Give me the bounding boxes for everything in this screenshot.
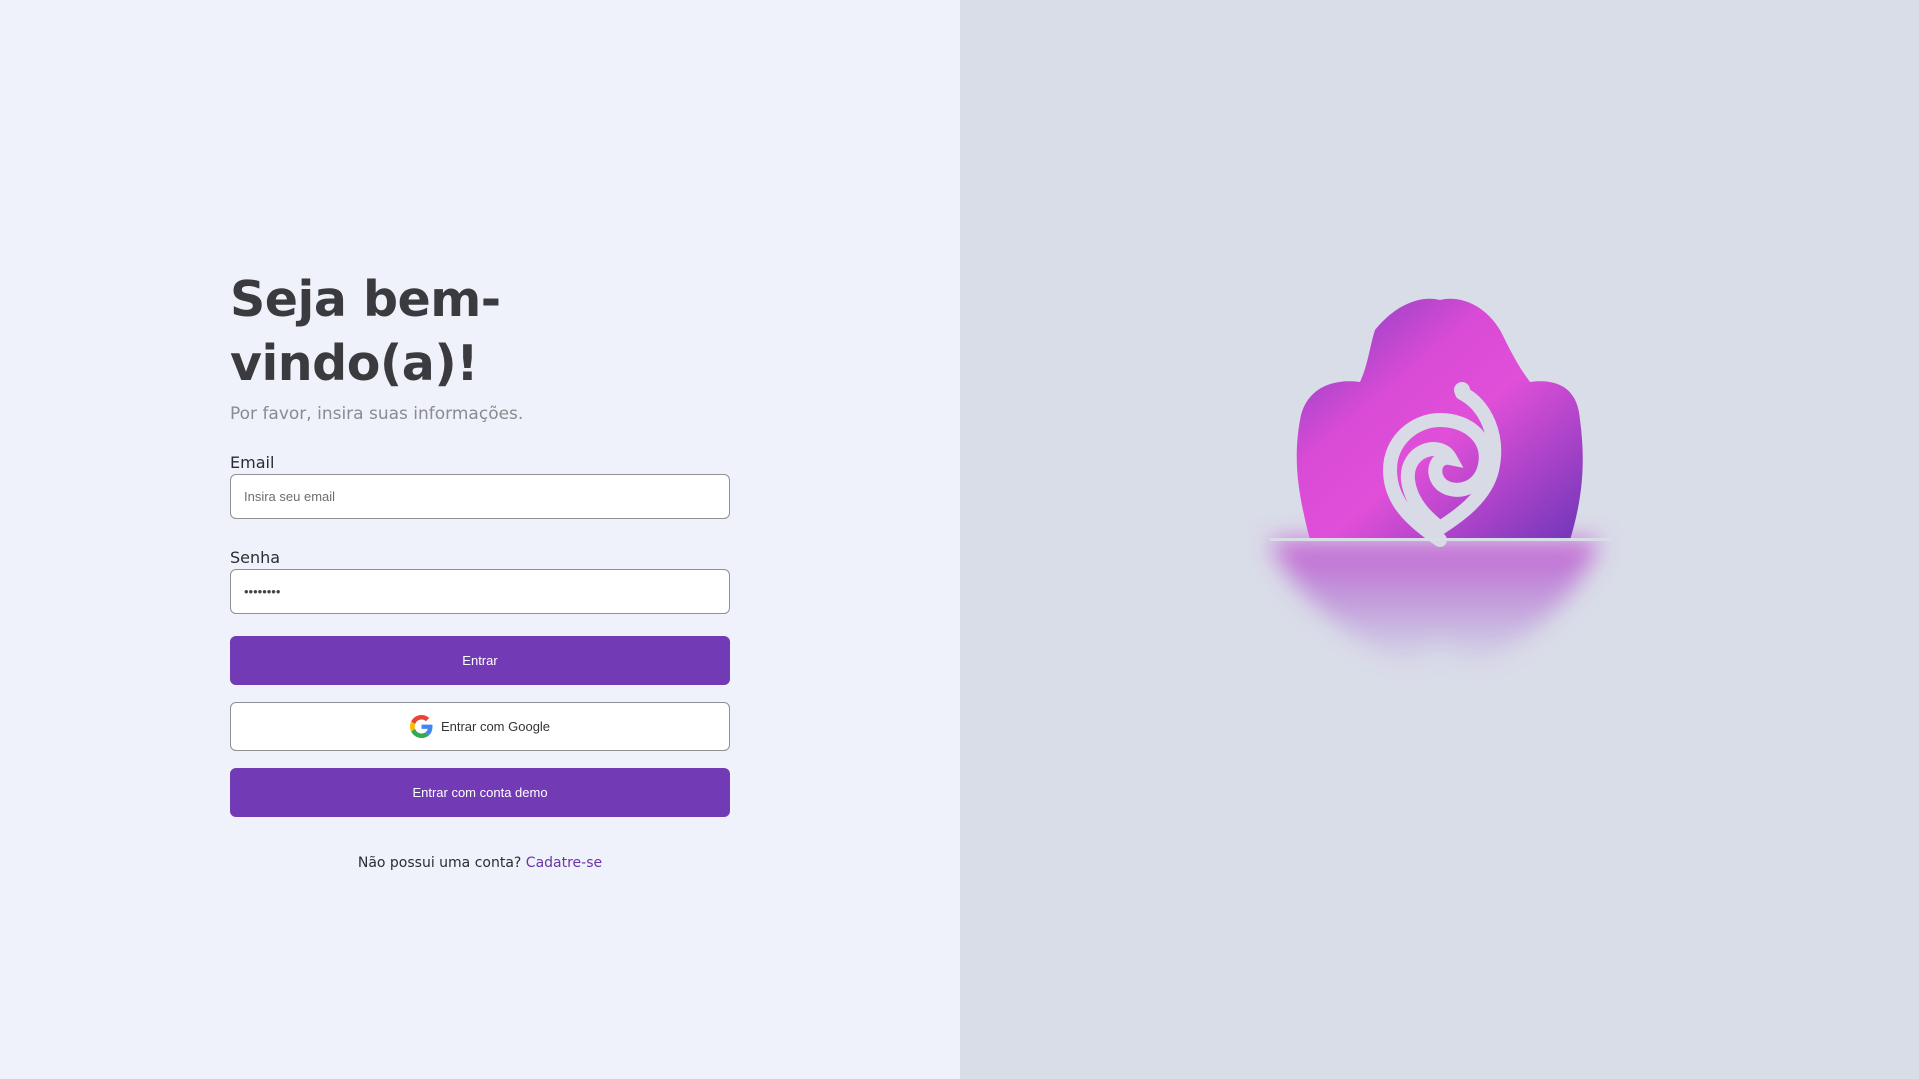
illustration-panel: [960, 0, 1919, 1079]
login-form: Seja bem-vindo(a)! Por favor, insira sua…: [230, 268, 730, 871]
login-page: Seja bem-vindo(a)! Por favor, insira sua…: [0, 0, 1919, 1079]
login-panel: Seja bem-vindo(a)! Por favor, insira sua…: [0, 0, 960, 1079]
email-label: Email: [230, 453, 275, 472]
email-input[interactable]: [230, 474, 730, 519]
signup-prompt-text: Não possui uma conta?: [357, 855, 522, 871]
signup-prompt: Não possui uma conta? Cadatre-se: [230, 855, 730, 871]
password-input[interactable]: [230, 569, 730, 614]
google-login-button[interactable]: Entrar com Google: [230, 702, 730, 751]
page-title: Seja bem-vindo(a)!: [230, 271, 501, 392]
demo-login-button[interactable]: Entrar com conta demo: [230, 768, 730, 817]
signup-link[interactable]: Cadatre-se: [526, 855, 602, 871]
google-icon: [409, 715, 433, 738]
google-login-label: Entrar com Google: [440, 719, 551, 734]
login-button[interactable]: Entrar: [230, 636, 730, 685]
page-subtitle: Por favor, insira suas informações.: [230, 404, 524, 424]
password-label: Senha: [230, 548, 281, 567]
flower-logo: [1230, 290, 1650, 710]
